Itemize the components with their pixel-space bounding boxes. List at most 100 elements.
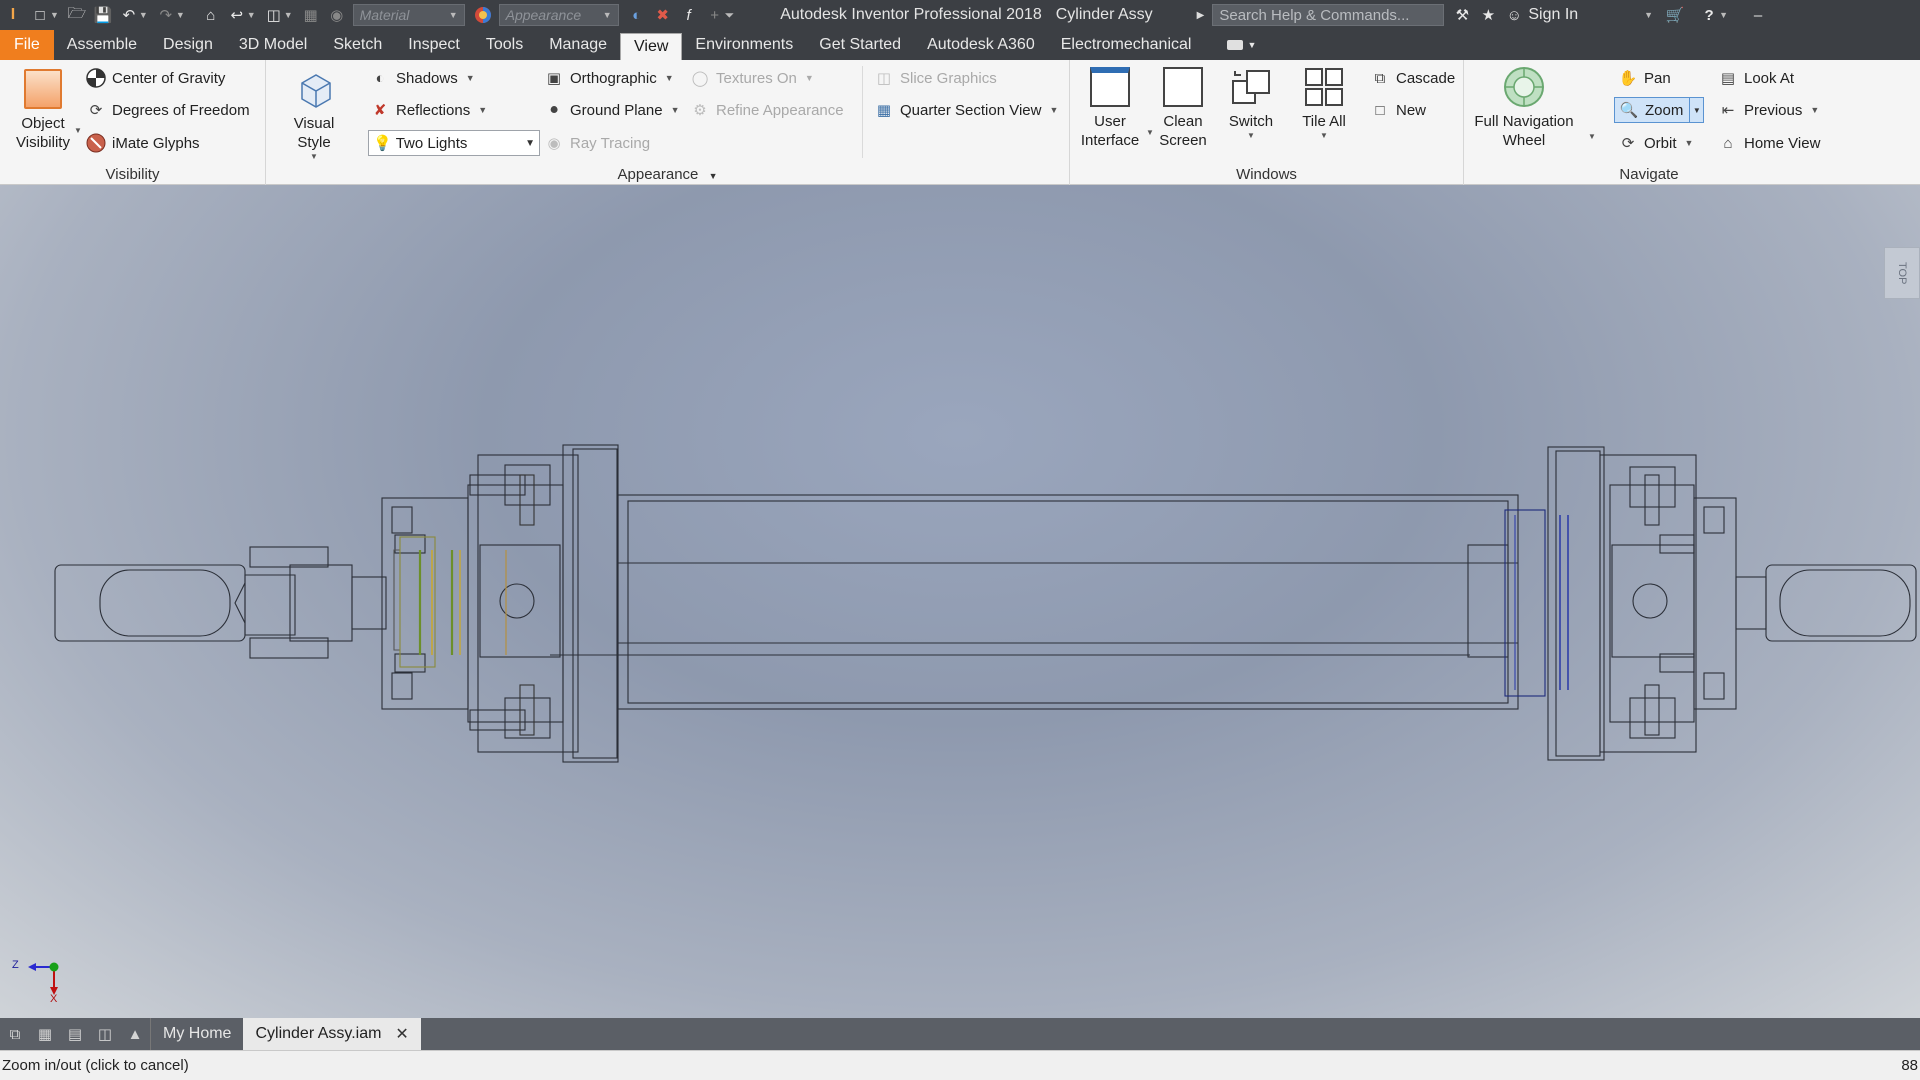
tile-horizontal-icon[interactable]: ▤: [60, 1019, 90, 1049]
ribbon-display-toggle[interactable]: ▼: [1214, 30, 1269, 60]
reflections-button[interactable]: ✘ Reflections ▼: [370, 100, 487, 120]
refine-appearance-button[interactable]: ⚙ Refine Appearance: [690, 100, 844, 120]
zoom-button[interactable]: 🔍 Zoom ▼: [1614, 97, 1705, 123]
tab-view[interactable]: View: [620, 33, 683, 60]
ground-plane-button[interactable]: ⚫ Ground Plane ▼: [544, 100, 680, 120]
slice-graphics-button[interactable]: ◫ Slice Graphics: [874, 68, 997, 88]
tab-assemble[interactable]: Assemble: [54, 30, 150, 60]
chevron-down-icon[interactable]: ▼: [1644, 10, 1653, 20]
customize-chevron-icon[interactable]: ⏷: [725, 8, 735, 23]
tab-design[interactable]: Design: [150, 30, 226, 60]
viewcube[interactable]: TOP: [1884, 247, 1920, 299]
object-visibility-button[interactable]: Object Visibility: [10, 68, 76, 152]
tab-3d-model[interactable]: 3D Model: [226, 30, 320, 60]
textures-on-label: Textures On: [716, 69, 797, 87]
update-icon[interactable]: ◫: [262, 3, 286, 27]
tab-cylinder-assy[interactable]: Cylinder Assy.iam ✕: [243, 1018, 421, 1050]
plus-icon[interactable]: +: [703, 3, 727, 27]
chevron-down-icon[interactable]: ▼: [247, 10, 256, 20]
new-window-button[interactable]: □ New: [1370, 100, 1426, 120]
viewcube-top-label: TOP: [1896, 261, 1908, 285]
chevron-down-icon: ▼: [1247, 131, 1255, 140]
home-icon[interactable]: ⌂: [199, 3, 223, 27]
chevron-down-icon[interactable]: ▼: [176, 10, 185, 20]
home-view-button[interactable]: ⌂ Home View: [1718, 133, 1820, 153]
cascade-windows-icon[interactable]: ⧉: [0, 1019, 30, 1049]
chevron-down-icon[interactable]: ▼: [1146, 128, 1154, 137]
orthographic-button[interactable]: ▣ Orthographic ▼: [544, 68, 674, 88]
properties-icon[interactable]: ◉: [325, 3, 349, 27]
undo-icon[interactable]: ↶: [117, 3, 141, 27]
chevron-down-icon[interactable]: ▼: [284, 10, 293, 20]
chevron-down-icon[interactable]: ▼: [139, 10, 148, 20]
return-icon[interactable]: ↩: [225, 3, 249, 27]
appearance-divider: [862, 66, 863, 158]
tab-sketch[interactable]: Sketch: [320, 30, 395, 60]
chevron-down-icon[interactable]: ▼: [1719, 10, 1728, 20]
panel-visibility: Object Visibility ▼ Center of Gravity ⟳ …: [0, 60, 266, 185]
cylinder-assembly-model[interactable]: [0, 185, 1920, 1018]
textures-on-button[interactable]: ◯ Textures On ▼: [690, 68, 814, 88]
reflections-icon: ✘: [373, 102, 387, 119]
switch-button[interactable]: Switch ▼: [1224, 66, 1278, 141]
app-logo[interactable]: I: [0, 0, 26, 30]
center-of-gravity-button[interactable]: Center of Gravity: [86, 68, 225, 88]
pan-button[interactable]: ✋ Pan: [1618, 68, 1671, 88]
chevron-down-icon[interactable]: ▼: [50, 10, 59, 20]
full-navigation-wheel-button[interactable]: Full Navigation Wheel: [1474, 66, 1574, 150]
tab-manage[interactable]: Manage: [536, 30, 620, 60]
chevron-down-icon[interactable]: ▼: [74, 126, 82, 135]
quarter-section-view-button[interactable]: ▦ Quarter Section View ▼: [874, 100, 1058, 120]
lighting-style-combo[interactable]: 💡 Two Lights ▼: [368, 130, 540, 156]
clean-screen-button[interactable]: Clean Screen: [1156, 66, 1210, 150]
tab-tools[interactable]: Tools: [473, 30, 536, 60]
object-visibility-label: Object Visibility: [16, 115, 70, 151]
sign-in-link[interactable]: Sign In: [1528, 6, 1578, 24]
favorites-star-icon[interactable]: ★: [1476, 3, 1500, 27]
function-icon[interactable]: f: [677, 3, 701, 27]
tab-list-arrow-icon[interactable]: ▲: [120, 1019, 150, 1049]
search-input[interactable]: Search Help & Commands...: [1212, 4, 1445, 26]
panel-title-appearance[interactable]: Appearance ▼: [266, 166, 1069, 183]
tile-vertical-icon[interactable]: ◫: [90, 1019, 120, 1049]
refine-appearance-label: Refine Appearance: [716, 101, 844, 119]
tab-autodesk-a360[interactable]: Autodesk A360: [914, 30, 1048, 60]
redo-icon[interactable]: ↷: [154, 3, 178, 27]
shadows-button[interactable]: ◐ Shadows ▼: [370, 68, 474, 88]
tab-get-started[interactable]: Get Started: [806, 30, 914, 60]
imate-glyphs-button[interactable]: iMate Glyphs: [86, 133, 200, 153]
degrees-of-freedom-button[interactable]: ⟳ Degrees of Freedom: [86, 100, 250, 120]
tab-file[interactable]: File: [0, 30, 54, 60]
tab-environments[interactable]: Environments: [682, 30, 806, 60]
ray-tracing-button[interactable]: ◉ Ray Tracing: [544, 133, 650, 153]
save-icon[interactable]: 💾: [91, 3, 115, 27]
chevron-down-icon: ▼: [1247, 40, 1257, 50]
tab-my-home[interactable]: My Home: [150, 1018, 243, 1050]
expand-arrow-icon[interactable]: ▶: [1197, 10, 1205, 21]
visual-style-button[interactable]: Visual Style ▼: [276, 68, 352, 162]
select-filter-icon[interactable]: ▦: [299, 3, 323, 27]
appearance-combo[interactable]: Appearance ▼: [498, 4, 619, 26]
user-interface-button[interactable]: User Interface: [1081, 66, 1139, 150]
zoom-dropdown[interactable]: ▼: [1689, 98, 1703, 122]
chevron-down-icon[interactable]: ▼: [1588, 132, 1596, 141]
clear-appearance-icon[interactable]: ✖: [651, 3, 675, 27]
tab-electromechanical[interactable]: Electromechanical: [1048, 30, 1205, 60]
help-icon[interactable]: ?: [1697, 3, 1721, 27]
previous-view-button[interactable]: ⇤ Previous ▼: [1718, 100, 1820, 120]
material-combo[interactable]: Material ▼: [352, 4, 465, 26]
orbit-button[interactable]: ⟳ Orbit ▼: [1618, 133, 1694, 153]
open-folder-icon[interactable]: 🗁: [65, 3, 89, 27]
cascade-button[interactable]: ⧉ Cascade: [1370, 68, 1456, 88]
cart-icon[interactable]: 🛒: [1663, 3, 1687, 27]
search-binoculars-icon[interactable]: ⚒: [1450, 3, 1474, 27]
tab-inspect[interactable]: Inspect: [395, 30, 473, 60]
tile-windows-icon[interactable]: ▦: [30, 1019, 60, 1049]
close-icon[interactable]: ✕: [395, 1024, 408, 1044]
tile-all-button[interactable]: Tile All ▼: [1296, 66, 1352, 141]
new-file-icon[interactable]: □: [28, 3, 52, 27]
minimize-icon[interactable]: –: [1746, 3, 1770, 27]
adjust-appearance-icon[interactable]: ◐: [625, 3, 649, 27]
look-at-button[interactable]: ▤ Look At: [1718, 68, 1794, 88]
graphics-window[interactable]: TOP Z X: [0, 185, 1920, 1018]
